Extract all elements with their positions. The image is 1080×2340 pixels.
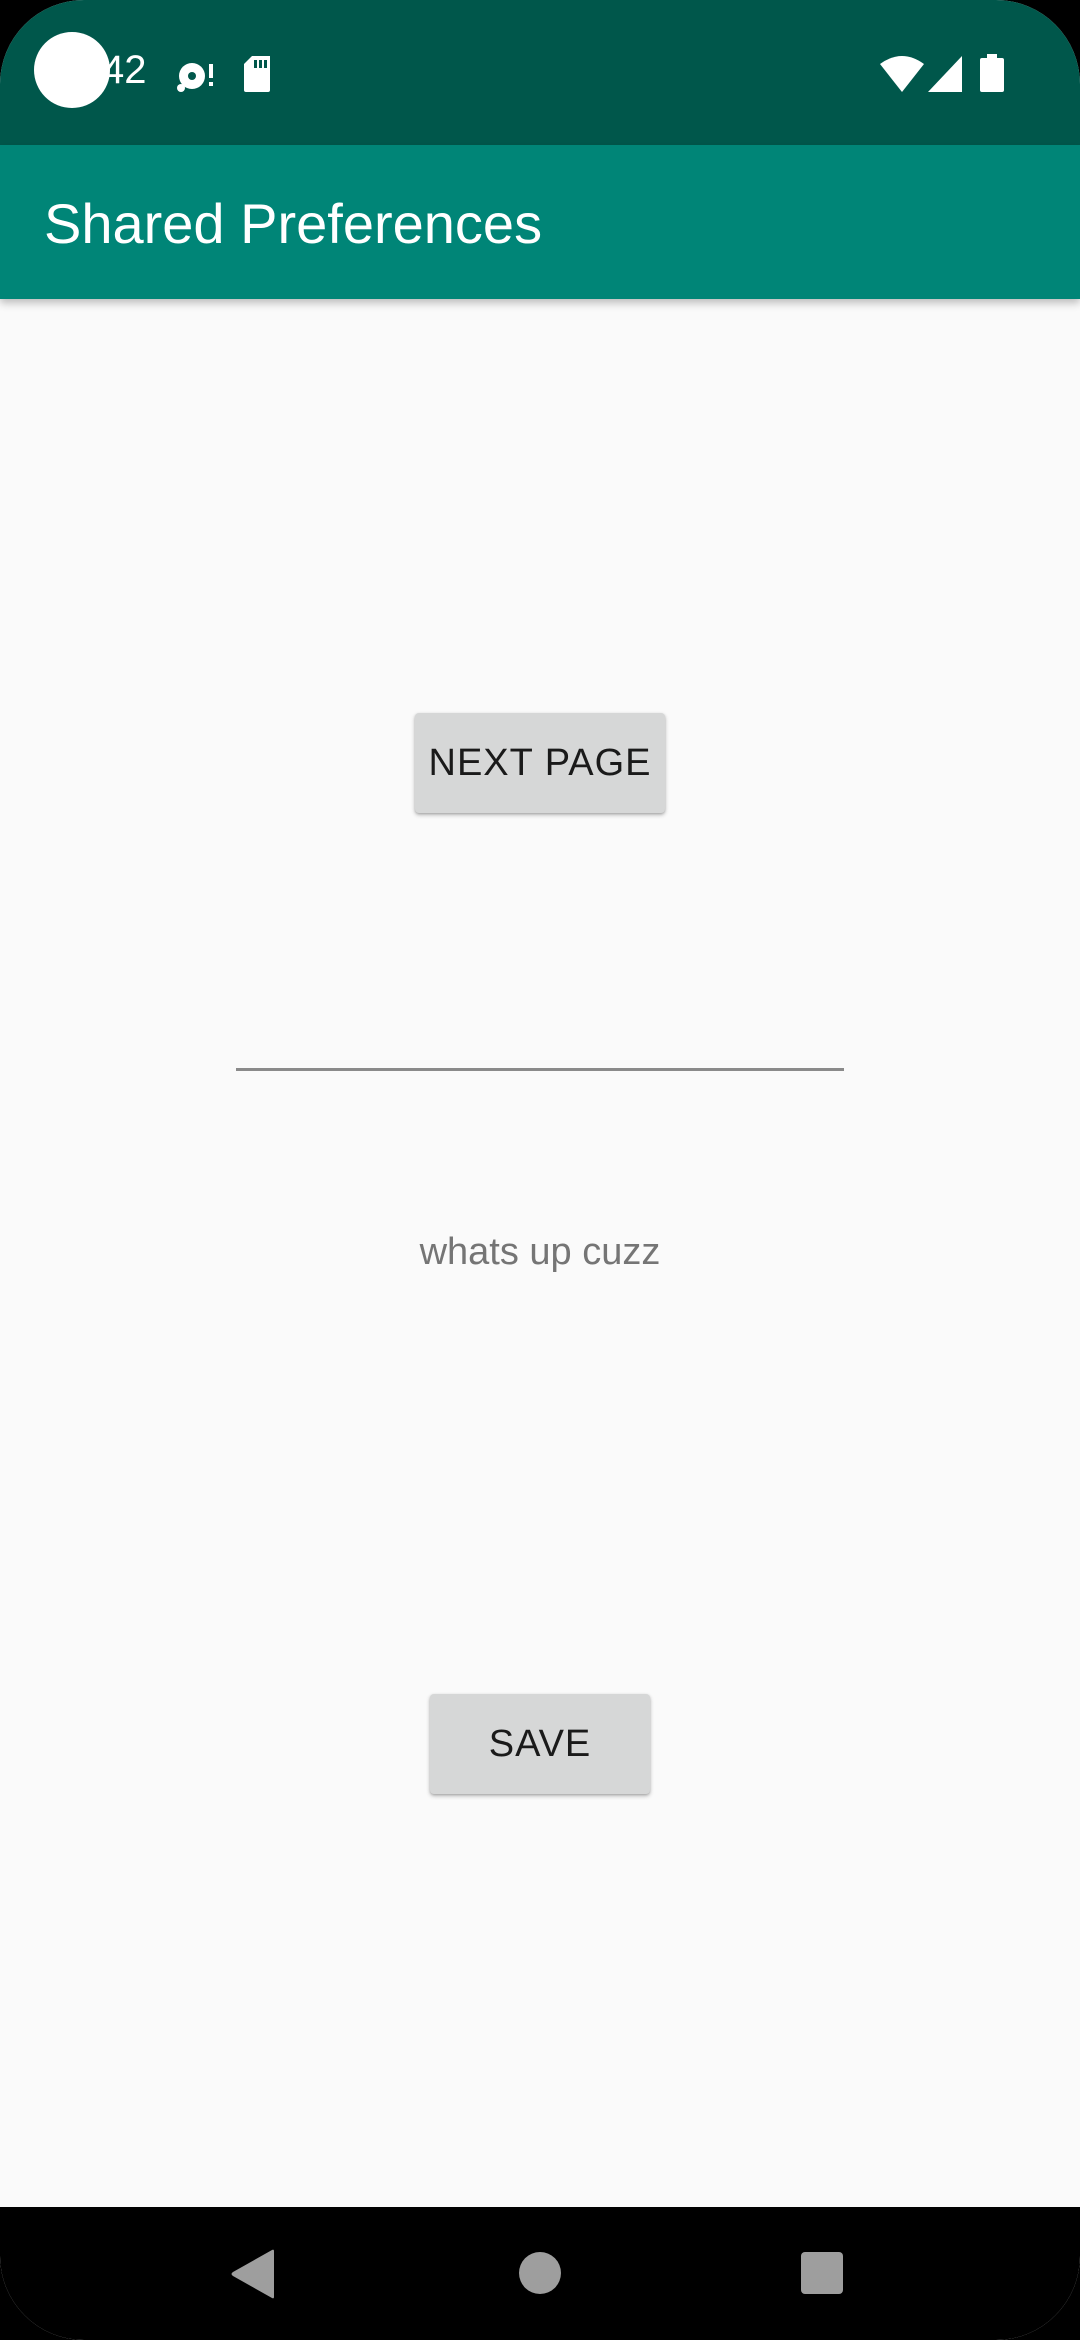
navigation-bar	[0, 2207, 1080, 2340]
status-bar: 42	[0, 0, 1080, 145]
recents-icon[interactable]	[800, 2251, 844, 2300]
save-button[interactable]: SAVE	[430, 1694, 650, 1794]
status-time: 42	[102, 48, 147, 92]
app-title: Shared Preferences	[44, 192, 543, 255]
next-page-button[interactable]: NEXT PAGE	[415, 713, 665, 813]
text-input-field[interactable]	[236, 1020, 844, 1071]
battery-icon	[980, 54, 1004, 97]
back-icon[interactable]	[230, 2249, 278, 2304]
saved-text-label: whats up cuzz	[419, 1231, 661, 1273]
camera-cutout-icon	[34, 32, 110, 108]
cell-signal-icon	[928, 56, 962, 97]
app-bar: Shared Preferences	[0, 145, 1080, 299]
sd-card-icon	[244, 56, 272, 97]
app-screen: 42 Shared Preferences NEXT PAGE whats up…	[0, 0, 1080, 2340]
wifi-icon	[880, 56, 924, 97]
sync-disk-icon	[176, 58, 216, 99]
home-icon[interactable]	[518, 2251, 562, 2300]
